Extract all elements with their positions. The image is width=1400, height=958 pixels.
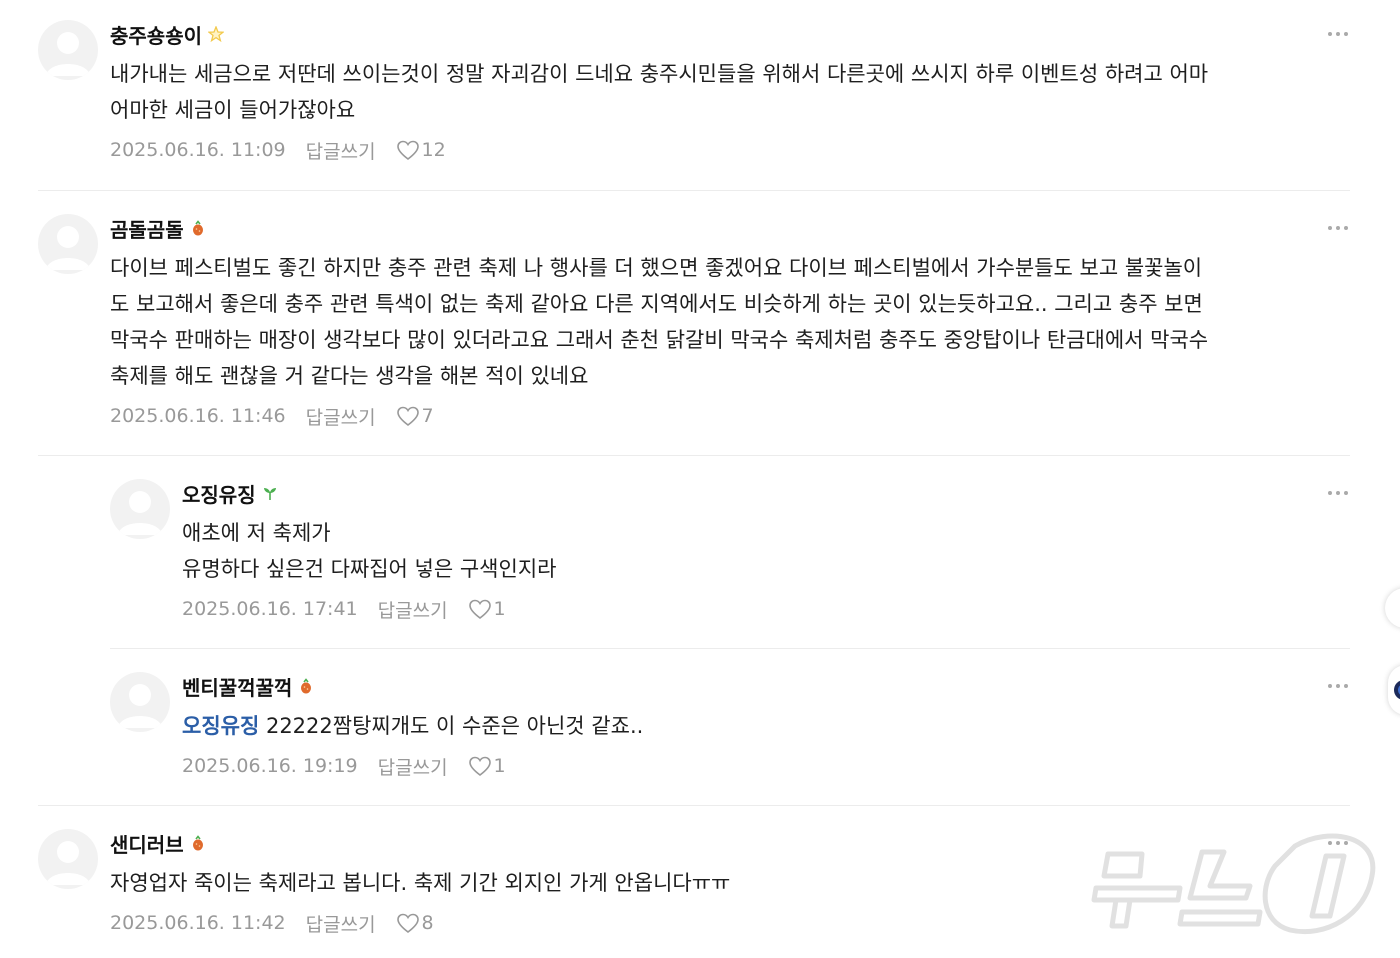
nickname[interactable]: 충주숑숑이: [110, 20, 202, 49]
like-count: 7: [421, 405, 434, 427]
divider: [38, 455, 1350, 456]
more-options-button[interactable]: [1326, 24, 1350, 44]
reply-button[interactable]: 답글쓰기: [306, 403, 376, 430]
heart-icon: [468, 756, 491, 777]
reply-button[interactable]: 답글쓰기: [378, 753, 448, 780]
floating-side-button[interactable]: [1385, 588, 1400, 628]
reply-button[interactable]: 답글쓰기: [306, 137, 376, 164]
more-dots-icon: [1328, 684, 1348, 688]
like-count: 1: [493, 598, 506, 620]
more-options-button[interactable]: [1326, 676, 1350, 696]
heart-icon: [396, 913, 419, 934]
comment-time: 2025.06.16. 11:09: [110, 139, 286, 161]
sprout-icon: [263, 488, 276, 500]
avatar[interactable]: [38, 829, 98, 889]
like-button[interactable]: 1: [468, 755, 506, 777]
default-avatar-icon: [118, 491, 162, 535]
divider: [38, 190, 1350, 191]
reply-item: 오징유징 애초에 저 축제가 유명하다 싶은건 다짜집어 넣은 구색인지라 20…: [110, 479, 1350, 629]
avatar[interactable]: [38, 214, 98, 274]
avatar[interactable]: [110, 672, 170, 732]
avatar[interactable]: [38, 20, 98, 80]
heart-icon: [396, 406, 419, 427]
divider: [38, 805, 1350, 806]
nickname[interactable]: 오징유징: [182, 479, 256, 508]
comment-body: 22222짬탕찌개도 이 수준은 아닌것 같죠..: [259, 714, 644, 738]
divider: [110, 648, 1350, 649]
more-dots-icon: [1328, 226, 1348, 230]
default-avatar-icon: [118, 684, 162, 728]
like-button[interactable]: 1: [468, 598, 506, 620]
comment-item: 곰돌곰돌 다이브 페스티벌도 좋긴 하지만 충주 관련 축제 나 행사를 더 했…: [38, 214, 1350, 434]
globe-icon: [1394, 680, 1400, 700]
comment-time: 2025.06.16. 11:42: [110, 912, 286, 934]
more-options-button[interactable]: [1326, 483, 1350, 503]
fruit-icon: [192, 220, 203, 236]
reply-button[interactable]: 답글쓰기: [378, 596, 448, 623]
floating-profile-button[interactable]: [1388, 665, 1400, 715]
like-count: 12: [421, 139, 446, 161]
nickname[interactable]: 곰돌곰돌: [110, 214, 184, 243]
mention-link[interactable]: 오징유징: [182, 714, 259, 738]
star-icon: [208, 26, 224, 42]
nickname[interactable]: 샌디러브: [110, 829, 184, 858]
fruit-icon: [192, 835, 203, 851]
default-avatar-icon: [46, 841, 90, 885]
nickname[interactable]: 벤티꿀꺽꿀꺽: [182, 672, 292, 701]
news1-watermark-logo: [1090, 826, 1380, 946]
comment-text: 내가내는 세금으로 저딴데 쓰이는것이 정말 자괴감이 드네요 충주시민들을 위…: [110, 62, 1209, 122]
comment-text: 오징유징 22222짬탕찌개도 이 수준은 아닌것 같죠..: [182, 708, 1350, 744]
more-options-button[interactable]: [1326, 218, 1350, 238]
reply-button[interactable]: 답글쓰기: [306, 910, 376, 937]
fruit-icon: [301, 678, 312, 694]
comment-time: 2025.06.16. 19:19: [182, 755, 358, 777]
more-dots-icon: [1328, 32, 1348, 36]
heart-icon: [396, 140, 419, 161]
comment-text: 애초에 저 축제가 유명하다 싶은건 다짜집어 넣은 구색인지라: [182, 521, 557, 581]
like-button[interactable]: 8: [396, 912, 434, 934]
heart-icon: [468, 599, 491, 620]
comment-time: 2025.06.16. 17:41: [182, 598, 358, 620]
more-dots-icon: [1328, 491, 1348, 495]
comment-text: 다이브 페스티벌도 좋긴 하지만 충주 관련 축제 나 행사를 더 했으면 좋겠…: [110, 256, 1209, 388]
reply-item: 벤티꿀꺽꿀꺽 오징유징 22222짬탕찌개도 이 수준은 아닌것 같죠.. 20…: [110, 672, 1350, 792]
comment-time: 2025.06.16. 11:46: [110, 405, 286, 427]
default-avatar-icon: [46, 226, 90, 270]
news1-logo-icon: [1091, 833, 1376, 935]
comment-item: 충주숑숑이 내가내는 세금으로 저딴데 쓰이는것이 정말 자괴감이 드네요 충주…: [38, 20, 1350, 170]
like-button[interactable]: 12: [396, 139, 446, 161]
avatar[interactable]: [110, 479, 170, 539]
like-count: 1: [493, 755, 506, 777]
default-avatar-icon: [46, 32, 90, 76]
like-count: 8: [421, 912, 434, 934]
like-button[interactable]: 7: [396, 405, 434, 427]
